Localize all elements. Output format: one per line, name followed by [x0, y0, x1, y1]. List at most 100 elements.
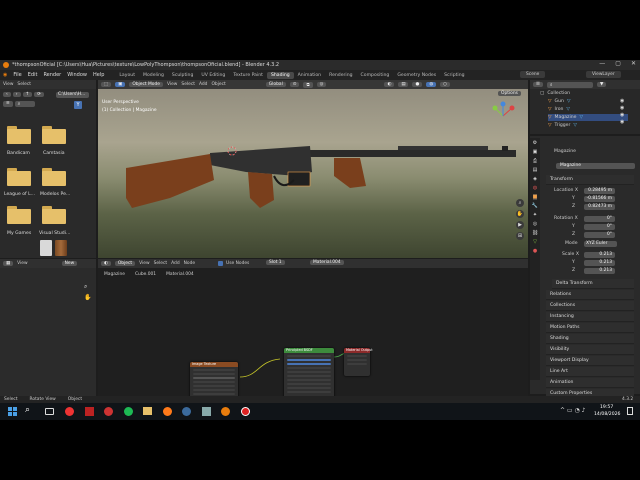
- location-z-field[interactable]: 0.82473 m: [584, 204, 615, 210]
- folder-camtasia[interactable]: [42, 126, 66, 144]
- eye-icon[interactable]: ◉: [620, 98, 624, 104]
- modifier-tab-icon[interactable]: 🔧: [532, 203, 538, 209]
- outliner-item-gun[interactable]: ▽ Gun ▽: [548, 98, 570, 105]
- location-y-field[interactable]: -0.81566 m: [584, 196, 615, 202]
- relations-section[interactable]: Relations: [546, 290, 634, 300]
- refresh-icon[interactable]: ⟳: [34, 92, 44, 97]
- folder-modelos[interactable]: [42, 168, 66, 186]
- outliner-search-field[interactable]: ⌕: [546, 81, 593, 88]
- app-icon[interactable]: [65, 407, 74, 416]
- image-editor-type-icon[interactable]: ▦: [3, 261, 14, 266]
- collections-section[interactable]: Collections: [546, 301, 634, 311]
- image-editor-view-menu[interactable]: View: [17, 261, 27, 266]
- gun-model[interactable]: [98, 80, 528, 258]
- eye-icon[interactable]: ◉: [620, 105, 624, 111]
- windows-start-icon[interactable]: [8, 407, 17, 416]
- location-x-field[interactable]: 0.28495 m: [584, 188, 615, 194]
- file-browser-view-menu[interactable]: View: [3, 82, 13, 87]
- transform-section-header[interactable]: Transform: [546, 175, 634, 185]
- outliner-item-collection[interactable]: ▢ Collection: [540, 90, 570, 97]
- menu-render[interactable]: Render: [40, 72, 64, 78]
- constraints-tab-icon[interactable]: ⛓: [532, 230, 538, 236]
- tab-uv-editing[interactable]: UV Editing: [197, 72, 229, 79]
- tab-layout[interactable]: Layout: [115, 72, 139, 79]
- tab-sculpting[interactable]: Sculpting: [168, 72, 197, 79]
- zoom-icon[interactable]: ⌕: [84, 283, 87, 291]
- render-tab-icon[interactable]: ▣: [533, 149, 538, 155]
- particles-tab-icon[interactable]: ✦: [533, 212, 537, 218]
- folder-bandicam[interactable]: [7, 126, 31, 144]
- close-icon[interactable]: ✕: [631, 60, 636, 67]
- zoom-icon[interactable]: ⌕: [516, 199, 524, 207]
- task-view-icon[interactable]: [45, 408, 54, 415]
- material-tab-icon[interactable]: ●: [533, 248, 537, 254]
- rotation-mode-dropdown[interactable]: XYZ Euler: [584, 241, 617, 247]
- maximize-icon[interactable]: ▢: [615, 60, 621, 67]
- outliner-item-iron[interactable]: ▽ Iron ▽: [548, 106, 570, 113]
- wood-texture-thumbnail[interactable]: [55, 240, 67, 256]
- tab-geometry-nodes[interactable]: Geometry Nodes: [393, 72, 440, 79]
- eye-icon[interactable]: ◉: [620, 119, 624, 125]
- world-tab-icon[interactable]: ◍: [533, 185, 537, 191]
- firefox-icon[interactable]: [163, 407, 172, 416]
- app-icon[interactable]: [85, 407, 94, 416]
- physics-tab-icon[interactable]: ◎: [533, 221, 537, 227]
- delta-transform-section[interactable]: Delta Transform: [552, 279, 634, 289]
- search-icon[interactable]: ⌕: [25, 405, 30, 415]
- file-browser-select-menu[interactable]: Select: [17, 82, 31, 87]
- object-name-field[interactable]: Magazine: [556, 163, 635, 169]
- filter-icon[interactable]: ≡: [3, 101, 13, 107]
- app-icon[interactable]: [104, 407, 113, 416]
- pan-hand-icon[interactable]: ✋: [516, 210, 524, 218]
- tab-animation[interactable]: Animation: [294, 72, 325, 79]
- instancing-section[interactable]: Instancing: [546, 312, 634, 322]
- tab-shading[interactable]: Shading: [266, 71, 294, 79]
- filter-toggle-icon[interactable]: Y: [74, 101, 82, 109]
- material-output-node[interactable]: Material Output: [344, 348, 373, 376]
- motion-paths-section[interactable]: Motion Paths: [546, 323, 634, 333]
- object-tab-icon[interactable]: ■: [532, 194, 538, 200]
- folder-visual-studio[interactable]: [42, 206, 66, 224]
- shader-node-editor[interactable]: ◐ Object View Select Add Node Use Nodes …: [98, 259, 528, 416]
- tab-compositing[interactable]: Compositing: [357, 72, 394, 79]
- camera-icon[interactable]: ▶: [516, 221, 524, 229]
- folder-league-of-legends[interactable]: [7, 168, 31, 186]
- rotation-y-field[interactable]: 0°: [584, 224, 615, 230]
- tab-rendering[interactable]: Rendering: [325, 72, 356, 79]
- app-icon[interactable]: [202, 407, 211, 416]
- folder-my-games[interactable]: [7, 206, 31, 224]
- visibility-section[interactable]: Visibility: [546, 345, 634, 355]
- spotify-icon[interactable]: [124, 407, 133, 416]
- pan-hand-icon[interactable]: ✋: [84, 294, 91, 301]
- image-new-button[interactable]: New: [61, 261, 78, 266]
- forward-icon[interactable]: ›: [12, 92, 21, 97]
- outliner-item-magazine[interactable]: ▽ Magazine ▽: [548, 114, 628, 121]
- minimize-icon[interactable]: —: [599, 60, 605, 67]
- outliner-type-icon[interactable]: ☰: [533, 82, 543, 87]
- viewlayer-selector[interactable]: ViewLayer: [586, 71, 621, 78]
- tab-scripting[interactable]: Scripting: [440, 72, 468, 79]
- eye-icon[interactable]: ◉: [620, 112, 624, 118]
- search-field[interactable]: ⌕: [14, 101, 35, 107]
- 3d-viewport[interactable]: ⬚ ▣ Object Mode View Select Add Object G…: [98, 80, 528, 258]
- menu-file[interactable]: File: [10, 72, 24, 78]
- output-tab-icon[interactable]: ⎙: [533, 158, 537, 164]
- rotation-x-field[interactable]: 0°: [584, 216, 615, 222]
- tool-tab-icon[interactable]: ⚙: [533, 140, 537, 146]
- menu-edit[interactable]: Edit: [25, 72, 41, 78]
- viewport-display-section[interactable]: Viewport Display: [546, 356, 634, 366]
- scale-z-field[interactable]: 0.213: [584, 268, 615, 274]
- outliner-item-trigger[interactable]: ▽ Trigger ▽: [548, 122, 577, 129]
- filter-icon[interactable]: ▼: [596, 82, 607, 87]
- record-icon[interactable]: [241, 407, 250, 416]
- scene-tab-icon[interactable]: ◈: [533, 176, 537, 182]
- data-tab-icon[interactable]: ▽: [533, 239, 537, 245]
- scale-y-field[interactable]: 0.213: [584, 260, 615, 266]
- tab-modeling[interactable]: Modeling: [139, 72, 168, 79]
- animation-section[interactable]: Animation: [546, 378, 634, 388]
- tab-texture-paint[interactable]: Texture Paint: [229, 72, 267, 79]
- steam-icon[interactable]: [182, 407, 191, 416]
- blender-taskbar-icon[interactable]: [221, 407, 230, 416]
- rotation-z-field[interactable]: 0°: [584, 232, 615, 238]
- file-path-field[interactable]: C:\Users\H...: [56, 92, 89, 98]
